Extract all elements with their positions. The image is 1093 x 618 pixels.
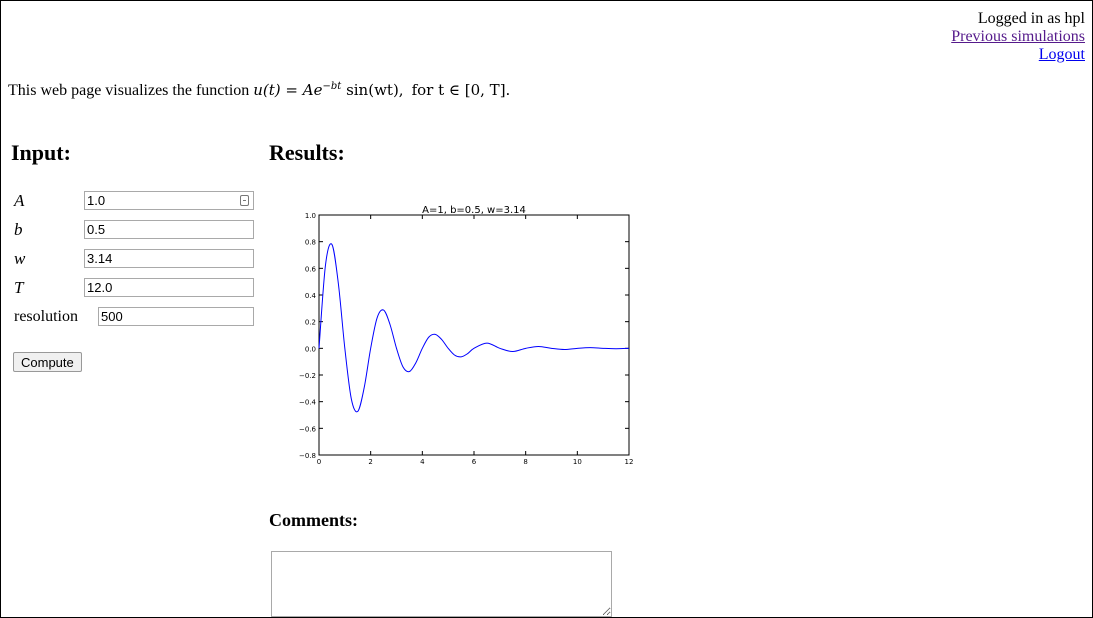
intro-text: This web page visualizes the function u(… <box>8 81 510 100</box>
y-tick-label: 0.4 <box>305 292 317 300</box>
field-label-resolution: resolution <box>14 308 78 325</box>
y-tick-label: −0.6 <box>299 425 317 433</box>
field-label-w: w <box>14 249 26 268</box>
results-chart: A=1, b=0.5, w=3.14 0 2 4 6 8 10 12 1.0 0.8 0.6 0.4… <box>299 205 634 466</box>
y-tick-label: 1.0 <box>305 212 316 220</box>
comments-heading: Comments: <box>269 510 358 530</box>
x-tick-label: 10 <box>573 458 582 466</box>
x-tick-label: 8 <box>523 458 527 466</box>
y-tick-label: 0.6 <box>305 265 317 273</box>
b-input[interactable]: 0.5 <box>84 220 254 239</box>
compute-button[interactable]: Compute <box>13 352 82 372</box>
field-label-b: b <box>14 220 23 239</box>
series-line <box>318 243 630 413</box>
intro-prefix: This web page visualizes the function <box>8 82 254 99</box>
chart-title: A=1, b=0.5, w=3.14 <box>422 205 526 216</box>
resolution-input[interactable]: 500 <box>98 307 254 326</box>
y-tick-label: 0.8 <box>305 239 316 247</box>
field-label-t: T <box>14 278 24 297</box>
x-tick-label: 4 <box>420 458 425 466</box>
input-heading: Input: <box>11 140 71 165</box>
formula: u(t) = Ae−bt sin(wt), <box>253 81 404 99</box>
plot-frame <box>318 214 630 456</box>
y-tick-label: −0.4 <box>299 399 317 407</box>
x-tick-label: 6 <box>472 458 477 466</box>
y-tick-label: 0.0 <box>305 345 316 353</box>
previous-simulations-link[interactable]: Previous simulations <box>951 28 1085 46</box>
logout-link[interactable]: Logout <box>951 46 1085 64</box>
field-label-a: A <box>14 191 25 210</box>
y-tick-label: −0.2 <box>299 372 316 380</box>
x-tick-label: 0 <box>317 458 321 466</box>
results-heading: Results: <box>269 140 345 165</box>
y-tick-label: −0.8 <box>299 452 316 460</box>
login-panel: Logged in as hpl Previous simulations Lo… <box>951 10 1085 64</box>
autofill-icon[interactable] <box>240 195 249 206</box>
t-input[interactable]: 12.0 <box>84 278 254 297</box>
range-text: for t ∈ [0, T]. <box>411 81 511 99</box>
logged-in-text: Logged in as hpl <box>977 10 1085 27</box>
x-tick-label: 12 <box>625 458 634 466</box>
x-tick-label: 2 <box>368 458 372 466</box>
comments-textarea[interactable] <box>271 551 612 617</box>
y-tick-label: 0.2 <box>305 319 316 327</box>
w-input[interactable]: 3.14 <box>84 249 254 268</box>
a-input[interactable]: 1.0 <box>84 191 254 210</box>
